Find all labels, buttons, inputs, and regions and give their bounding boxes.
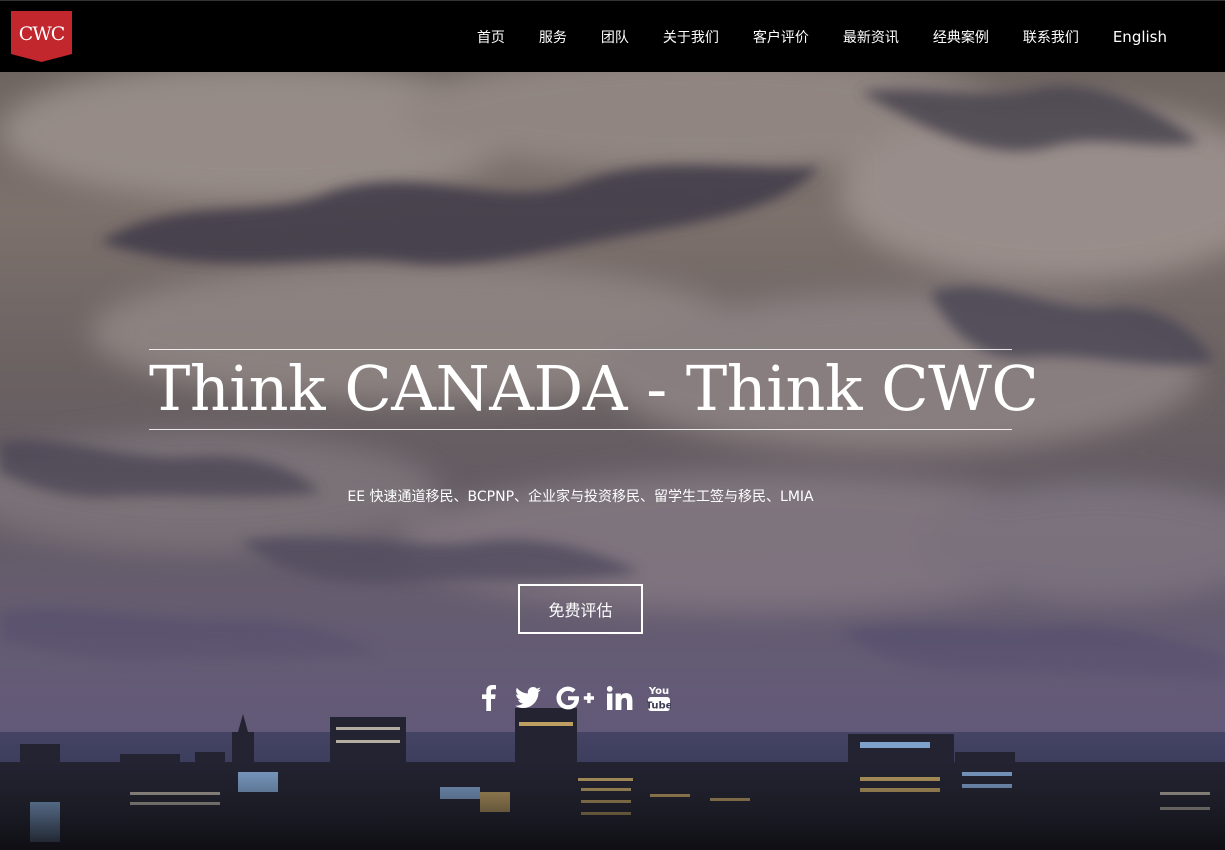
svg-text:You: You xyxy=(648,686,669,697)
twitter-icon[interactable] xyxy=(514,683,542,713)
nav-item-services[interactable]: 服务 xyxy=(539,27,567,47)
linkedin-icon[interactable] xyxy=(606,683,634,713)
nav-item-testimonials[interactable]: 客户评价 xyxy=(753,27,809,47)
cwc-logo[interactable]: CWC xyxy=(11,11,72,62)
facebook-icon[interactable] xyxy=(478,683,500,713)
hero-headline: Think CANADA - Think CWC xyxy=(149,352,1039,425)
hero-subline: EE 快速通道移民、BCPNP、企业家与投资移民、留学生工签与移民、LMIA xyxy=(347,489,814,505)
logo-text: CWC xyxy=(18,23,66,45)
nav-item-about[interactable]: 关于我们 xyxy=(663,27,719,47)
social-links: You Tube xyxy=(478,683,672,713)
main-nav: 首页 服务 团队 关于我们 客户评价 最新资讯 经典案例 联系我们 Englis… xyxy=(477,1,1167,73)
hero-background-image xyxy=(0,72,1225,850)
nav-item-home[interactable]: 首页 xyxy=(477,27,505,47)
nav-item-contact[interactable]: 联系我们 xyxy=(1023,27,1079,47)
page: CWC 首页 服务 团队 关于我们 客户评价 最新资讯 经典案例 联系我们 En… xyxy=(0,0,1225,850)
nav-item-team[interactable]: 团队 xyxy=(601,27,629,47)
free-assessment-button[interactable]: 免费评估 xyxy=(518,584,643,634)
headline-frame: Think CANADA - Think CWC xyxy=(149,349,1039,430)
svg-text:Tube: Tube xyxy=(647,701,671,712)
youtube-icon[interactable]: You Tube xyxy=(646,683,672,713)
nav-item-cases[interactable]: 经典案例 xyxy=(933,27,989,47)
google-plus-icon[interactable] xyxy=(556,683,594,713)
nav-item-news[interactable]: 最新资讯 xyxy=(843,27,899,47)
nav-item-english[interactable]: English xyxy=(1113,28,1167,46)
hero-section xyxy=(0,72,1225,850)
top-navigation-bar: CWC 首页 服务 团队 关于我们 客户评价 最新资讯 经典案例 联系我们 En… xyxy=(0,0,1225,72)
